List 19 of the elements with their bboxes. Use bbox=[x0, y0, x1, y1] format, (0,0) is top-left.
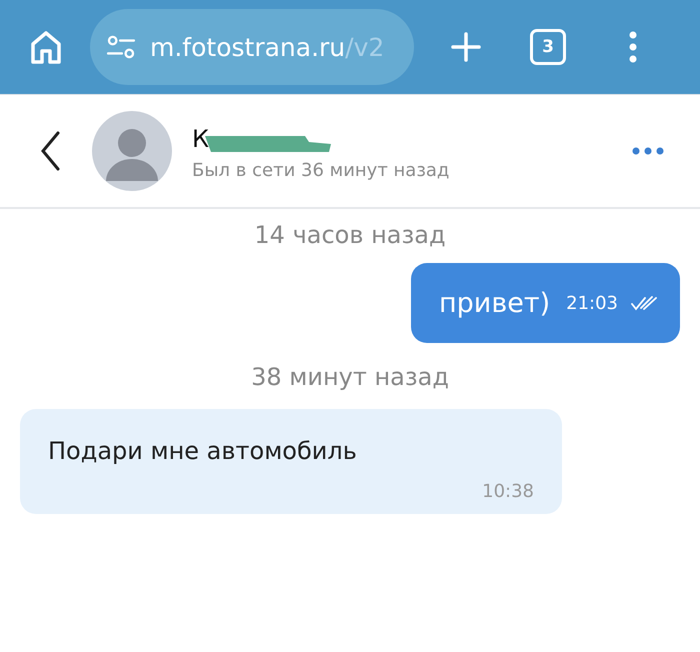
message-time: 21:03 bbox=[566, 292, 618, 314]
back-icon[interactable] bbox=[40, 131, 60, 171]
avatar-icon bbox=[92, 111, 172, 191]
address-bar[interactable]: m.fotostrana.ru/v2 bbox=[90, 9, 414, 85]
url-host: m.fotostrana.ru bbox=[150, 32, 346, 62]
home-icon[interactable] bbox=[30, 30, 62, 64]
menu-icon[interactable] bbox=[628, 31, 638, 63]
last-seen-status: Был в сети 36 минут назад bbox=[192, 160, 450, 180]
contact-name: К bbox=[192, 124, 210, 152]
more-icon[interactable] bbox=[632, 147, 664, 155]
time-divider: 14 часов назад bbox=[254, 221, 446, 249]
message-text: привет) bbox=[439, 288, 550, 318]
time-divider: 38 минут назад bbox=[251, 363, 449, 391]
new-tab-icon[interactable] bbox=[450, 31, 482, 63]
tab-count[interactable]: 3 bbox=[530, 29, 566, 65]
url-path: /v2 bbox=[345, 32, 384, 62]
message-text: Подари мне автомобиль bbox=[48, 437, 358, 465]
message-time: 10:38 bbox=[482, 481, 534, 502]
site-settings-icon[interactable] bbox=[106, 35, 136, 59]
